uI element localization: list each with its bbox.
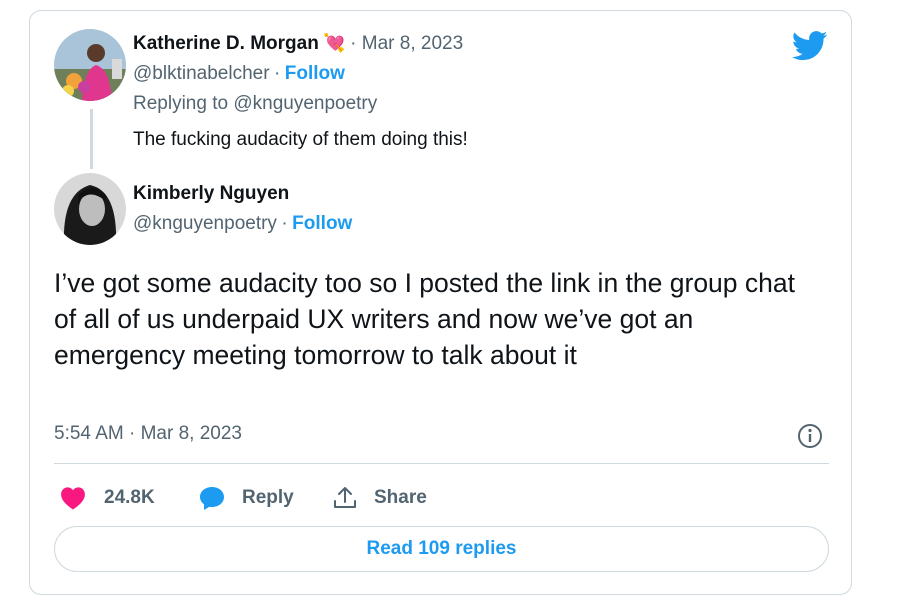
parent-handle-row: @blktinabelcher · Follow [133, 63, 345, 85]
parent-tweet-text: The fucking audacity of them doing this! [133, 129, 468, 150]
divider [54, 463, 829, 464]
kimberly-avatar[interactable] [54, 173, 126, 245]
twitter-bird-icon[interactable] [791, 31, 828, 61]
replying-to-label[interactable]: Replying to @knguyenpoetry [133, 93, 377, 115]
reply-label: Reply [242, 487, 294, 508]
info-icon[interactable] [796, 422, 824, 450]
follow-button[interactable]: Follow [292, 213, 352, 234]
tweet-embed-card: Katherine D. Morgan 💘 · Mar 8, 2023 @blk… [29, 10, 852, 595]
main-tweet-text: I’ve got some audacity too so I posted t… [54, 268, 795, 370]
thread-connector-line [90, 109, 93, 169]
heart-arrow-emoji: 💘 [323, 33, 346, 53]
author-handle[interactable]: @knguyenpoetry [133, 213, 277, 234]
heart-icon [60, 486, 86, 510]
katherine-avatar[interactable] [54, 29, 126, 101]
author-name[interactable]: Kimberly Nguyen [133, 183, 289, 204]
reply-action[interactable]: Reply [198, 483, 294, 513]
share-label: Share [374, 487, 427, 508]
like-action[interactable]: 24.8K [60, 483, 155, 513]
reply-bubble-icon [198, 485, 226, 511]
read-replies-button[interactable]: Read 109 replies [54, 526, 829, 572]
share-icon [332, 485, 358, 511]
follow-button[interactable]: Follow [285, 63, 345, 84]
main-handle-row: @knguyenpoetry · Follow [133, 213, 352, 235]
tweet-date[interactable]: · Mar 8, 2023 [350, 33, 463, 54]
likes-count: 24.8K [104, 487, 155, 508]
separator-dot: · [281, 213, 288, 234]
author-name[interactable]: Katherine D. Morgan [133, 33, 319, 54]
main-header-row: Kimberly Nguyen [133, 183, 289, 205]
tweet-timestamp[interactable]: 5:54 AM · Mar 8, 2023 [54, 423, 242, 445]
share-action[interactable]: Share [332, 483, 427, 513]
parent-header-row: Katherine D. Morgan 💘 · Mar 8, 2023 [133, 33, 463, 55]
author-handle[interactable]: @blktinabelcher [133, 63, 270, 84]
separator-dot: · [273, 63, 281, 84]
